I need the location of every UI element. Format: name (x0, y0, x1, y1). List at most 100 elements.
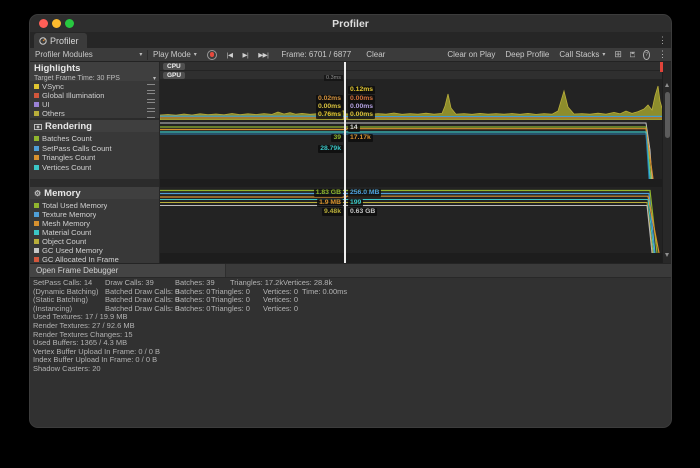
profiler-window: Profiler Profiler ⋮ Profiler Modules ▾ P… (29, 14, 672, 428)
modules-scrollbar[interactable] (662, 62, 671, 263)
current-frame-indicator (660, 62, 663, 72)
tab-overflow-menu-icon[interactable]: ⋮ (658, 36, 667, 45)
profiler-gauge-icon (39, 37, 47, 45)
memory-value: 1.9 MB (317, 199, 343, 207)
memory-chart[interactable]: 1.83 GB 256.0 MB 1.9 MB 199 9.48k 0.63 G… (160, 187, 664, 253)
rendering-value: 17.17k (348, 134, 373, 142)
rendering-value: 14 (348, 124, 360, 132)
legend-item-setpass-calls-count[interactable]: SetPass Calls Count (30, 144, 160, 153)
memory-value: 199 (348, 199, 363, 207)
stats-line: Index Buffer Upload In Frame: 0 / 0 B (33, 356, 671, 365)
legend-item-others[interactable]: Others (30, 109, 160, 118)
memory-value: 9.48k (322, 208, 343, 216)
stats-line: Shadow Casters: 20 (33, 365, 671, 374)
deep-profile-toggle[interactable]: Deep Profile (500, 48, 554, 62)
legend-item-gc-allocated-in-frame[interactable]: GC Allocated In Frame (30, 255, 160, 263)
legend-color-swatch (34, 165, 39, 170)
module-header-rendering[interactable]: Rendering (30, 120, 160, 132)
module-header-memory[interactable]: ⚙ Memory (30, 187, 160, 199)
help-icon[interactable]: ? (643, 50, 650, 60)
module-title: Highlights (30, 62, 160, 74)
clear-on-play-toggle[interactable]: Clear on Play (442, 48, 500, 62)
rendering-graph (160, 120, 664, 179)
legend-item-object-count[interactable]: Object Count (30, 237, 160, 246)
legend-item-texture-memory[interactable]: Texture Memory (30, 210, 160, 219)
rendering-value: 28.79k (318, 145, 343, 153)
cpu-usage-graph (160, 80, 664, 120)
chevron-down-icon: ▾ (153, 75, 156, 82)
legend-color-swatch (34, 257, 39, 262)
memory-graph (160, 187, 664, 253)
legend-item-material-count[interactable]: Material Count (30, 228, 160, 237)
drag-handle-icon[interactable] (147, 102, 155, 109)
tab-label: Profiler (50, 36, 79, 46)
scroll-down-icon[interactable] (665, 253, 669, 257)
legend-color-swatch (34, 84, 39, 89)
record-button[interactable] (202, 48, 222, 62)
next-frame-button[interactable]: ▶| (238, 48, 254, 62)
toolbar: Profiler Modules ▾ Play Mode ▾ |◀ ▶| ▶▶|… (30, 48, 671, 62)
memory-value: 1.83 GB (314, 189, 343, 197)
legend-item-global-illumination[interactable]: Global Illumination (30, 91, 160, 100)
module-gap (30, 179, 160, 187)
record-icon (207, 50, 217, 60)
current-frame-button[interactable]: ▶▶| (253, 48, 273, 62)
play-mode-dropdown[interactable]: Play Mode ▾ (148, 48, 202, 62)
legend-color-swatch (34, 93, 39, 98)
highlight-value: 0.12ms (348, 86, 375, 94)
chevron-down-icon: ▾ (139, 51, 142, 58)
frame-counter: Frame: 6701 / 6877 (273, 48, 356, 62)
legend-item-triangles-count[interactable]: Triangles Count (30, 153, 160, 162)
window-title: Profiler (30, 18, 671, 30)
highlight-value: 0.00ms (348, 95, 375, 103)
title-bar[interactable]: Profiler (30, 15, 671, 33)
drag-handle-icon[interactable] (147, 84, 155, 91)
legend-item-gc-used-memory[interactable]: GC Used Memory (30, 246, 160, 255)
chart-area[interactable]: CPU GPU 0.3ms 0.02ms 0.00ms 0.76ms 0.12m… (160, 62, 664, 263)
highlight-value: 0.00ms (348, 111, 375, 119)
stats-row: (Instancing) Batched Draw Calls: 0 Batch… (33, 305, 671, 314)
toolbar-menu-icon[interactable]: ⋮ (654, 50, 671, 59)
legend-color-swatch (34, 155, 39, 160)
highlight-value: 0.00ms (316, 103, 343, 111)
chart-gap (160, 179, 664, 187)
memory-value: 0.63 GB (348, 208, 377, 216)
drag-handle-icon[interactable] (147, 111, 155, 118)
legend-color-swatch (34, 221, 39, 226)
save-icon[interactable] (630, 50, 635, 59)
cpu-lane: CPU (160, 62, 664, 71)
legend-item-vsync[interactable]: VSync (30, 82, 160, 91)
cpu-lane-label: CPU (163, 63, 185, 70)
gpu-lane-label: GPU (163, 72, 185, 79)
open-frame-debugger-button[interactable]: Open Frame Debugger (30, 264, 226, 277)
selected-frame-line[interactable] (344, 62, 346, 263)
highlight-value: 0.00ms (348, 103, 375, 111)
chart-gap (160, 253, 664, 263)
add-module-button[interactable]: ⊞ (610, 49, 626, 60)
legend-item-batches-count[interactable]: Batches Count (30, 134, 160, 143)
legend-color-swatch (34, 239, 39, 244)
tab-bar: Profiler ⋮ (30, 32, 671, 48)
call-stacks-dropdown[interactable]: Call Stacks ▾ (554, 48, 610, 62)
scroll-up-icon[interactable] (665, 83, 669, 87)
legend-item-total-used-memory[interactable]: Total Used Memory (30, 201, 160, 210)
drag-handle-icon[interactable] (147, 93, 155, 100)
legend-color-swatch (34, 146, 39, 151)
previous-frame-button[interactable]: |◀ (222, 48, 238, 62)
gpu-lane: GPU (160, 71, 664, 80)
target-frame-time-dropdown[interactable]: Target Frame Time: 30 FPS ▾ (30, 74, 160, 82)
chevron-down-icon: ▾ (194, 51, 197, 58)
clear-button[interactable]: Clear (356, 48, 390, 62)
highlights-chart[interactable]: CPU GPU 0.3ms 0.02ms 0.00ms 0.76ms 0.12m… (160, 62, 664, 120)
tab-profiler[interactable]: Profiler (34, 33, 87, 48)
memory-module-icon: ⚙ (34, 190, 41, 198)
rendering-chart[interactable]: 14 39 17.17k 28.79k (160, 120, 664, 179)
rendering-value: 39 (331, 134, 343, 142)
legend-item-ui[interactable]: UI (30, 100, 160, 109)
module-header-highlights[interactable]: Highlights Target Frame Time: 30 FPS ▾ (30, 62, 160, 81)
legend-item-vertices-count[interactable]: Vertices Count (30, 163, 160, 172)
legend-item-mesh-memory[interactable]: Mesh Memory (30, 219, 160, 228)
scrollbar-thumb[interactable] (665, 92, 670, 138)
legend-color-swatch (34, 248, 39, 253)
profiler-modules-dropdown[interactable]: Profiler Modules ▾ (30, 48, 147, 62)
